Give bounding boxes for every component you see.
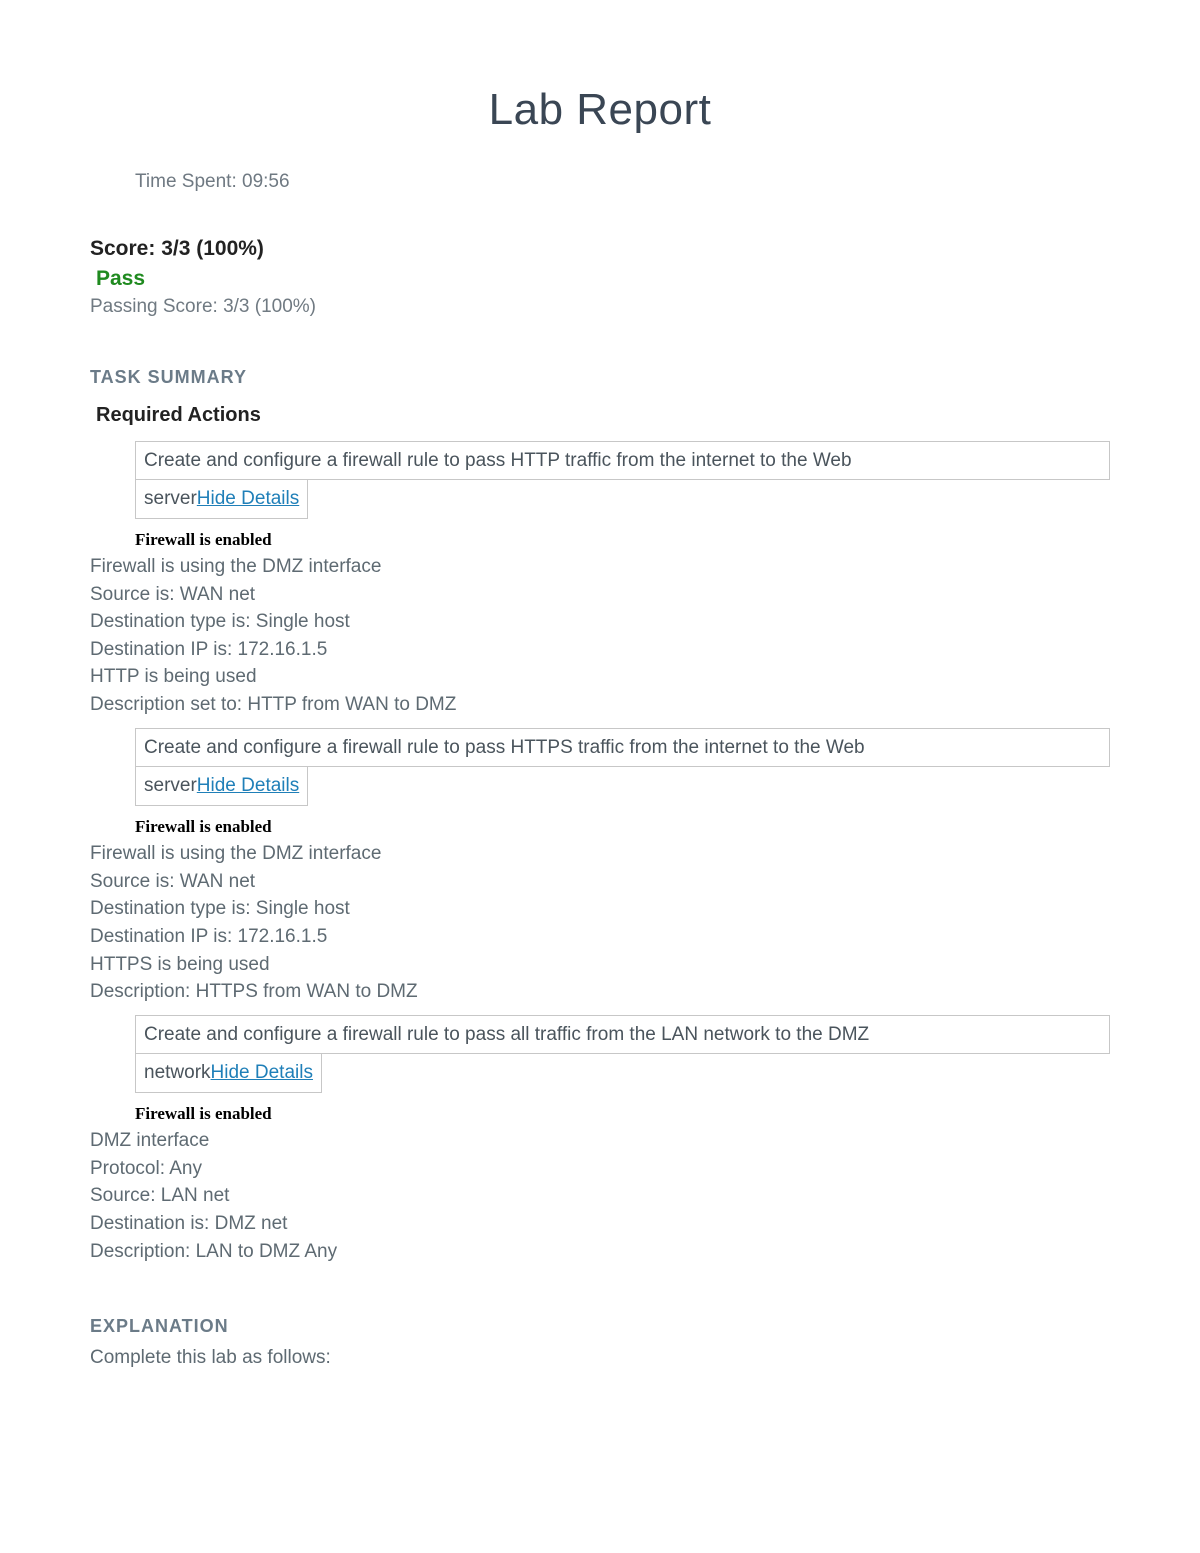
- detail-line: Destination IP is: 172.16.1.5: [90, 924, 1110, 950]
- time-spent: Time Spent: 09:56: [135, 169, 1110, 195]
- explanation-body: Complete this lab as follows:: [90, 1345, 1110, 1371]
- detail-line: Firewall is using the DMZ interface: [90, 841, 1110, 867]
- action-description-top: Create and configure a firewall rule to …: [135, 441, 1110, 481]
- detail-line: Source: LAN net: [90, 1183, 1110, 1209]
- details-group: Firewall is using the DMZ interface Sour…: [90, 841, 1110, 1005]
- detail-line: HTTPS is being used: [90, 952, 1110, 978]
- action-description-bottom: networkHide Details: [135, 1054, 322, 1093]
- detail-line: DMZ interface: [90, 1128, 1110, 1154]
- page-title: Lab Report: [90, 80, 1110, 139]
- detail-line: HTTP is being used: [90, 664, 1110, 690]
- detail-line: Description: HTTPS from WAN to DMZ: [90, 979, 1110, 1005]
- detail-heading: Firewall is enabled: [135, 1103, 1110, 1126]
- action-description-top: Create and configure a firewall rule to …: [135, 728, 1110, 768]
- pass-label: Pass: [96, 265, 1110, 293]
- action-description-bottom: serverHide Details: [135, 480, 308, 519]
- details-group: DMZ interface Protocol: Any Source: LAN …: [90, 1128, 1110, 1264]
- hide-details-link[interactable]: Hide Details: [197, 775, 299, 796]
- detail-line: Description: LAN to DMZ Any: [90, 1239, 1110, 1265]
- task-summary-header: TASK SUMMARY: [90, 365, 1110, 389]
- hide-details-link[interactable]: Hide Details: [211, 1062, 313, 1083]
- details-group: Firewall is using the DMZ interface Sour…: [90, 554, 1110, 718]
- action-item: Create and configure a firewall rule to …: [135, 441, 1110, 519]
- passing-score: Passing Score: 3/3 (100%): [90, 294, 1110, 320]
- required-actions-header: Required Actions: [96, 402, 1110, 429]
- detail-line: Protocol: Any: [90, 1156, 1110, 1182]
- detail-line: Description set to: HTTP from WAN to DMZ: [90, 692, 1110, 718]
- detail-line: Source is: WAN net: [90, 582, 1110, 608]
- hide-details-link[interactable]: Hide Details: [197, 488, 299, 509]
- score-line: Score: 3/3 (100%): [90, 235, 1110, 263]
- detail-line: Destination is: DMZ net: [90, 1211, 1110, 1237]
- detail-line: Source is: WAN net: [90, 869, 1110, 895]
- detail-heading: Firewall is enabled: [135, 816, 1110, 839]
- action-description-prefix: server: [144, 775, 197, 796]
- action-description-prefix: server: [144, 488, 197, 509]
- explanation-header: EXPLANATION: [90, 1314, 1110, 1338]
- detail-line: Firewall is using the DMZ interface: [90, 554, 1110, 580]
- action-item: Create and configure a firewall rule to …: [135, 1015, 1110, 1093]
- detail-line: Destination type is: Single host: [90, 609, 1110, 635]
- action-description-prefix: network: [144, 1062, 211, 1083]
- detail-line: Destination IP is: 172.16.1.5: [90, 637, 1110, 663]
- action-item: Create and configure a firewall rule to …: [135, 728, 1110, 806]
- action-description-bottom: serverHide Details: [135, 767, 308, 806]
- detail-line: Destination type is: Single host: [90, 896, 1110, 922]
- action-description-top: Create and configure a firewall rule to …: [135, 1015, 1110, 1055]
- detail-heading: Firewall is enabled: [135, 529, 1110, 552]
